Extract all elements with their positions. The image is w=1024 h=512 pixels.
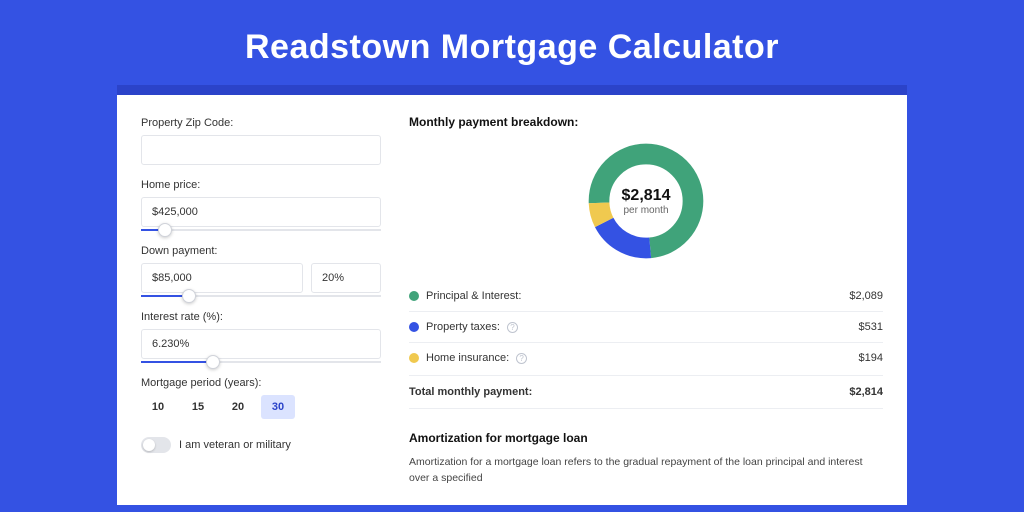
total-label: Total monthly payment:	[409, 386, 532, 398]
breakdown-item-value: $194	[859, 352, 883, 364]
breakdown-item-label: Property taxes:	[426, 321, 500, 333]
home-price-slider-thumb[interactable]	[158, 223, 172, 237]
breakdown-item-label: Principal & Interest:	[426, 290, 521, 302]
legend-dot-icon	[409, 291, 419, 301]
home-price-slider[interactable]	[141, 229, 381, 231]
period-options: 10152030	[141, 395, 381, 419]
calculator-card: Property Zip Code: Home price: Down paym…	[117, 85, 907, 505]
down-payment-input[interactable]	[141, 263, 303, 293]
total-value: $2,814	[849, 386, 883, 398]
down-payment-block: Down payment:	[141, 245, 381, 297]
down-payment-pct-input[interactable]	[311, 263, 381, 293]
breakdown-item: Principal & Interest: $2,089	[409, 281, 883, 312]
breakdown-title: Monthly payment breakdown:	[409, 115, 883, 129]
donut-center-value: $2,814	[622, 187, 671, 205]
amortization-text: Amortization for a mortgage loan refers …	[409, 455, 883, 487]
veteran-label: I am veteran or military	[179, 439, 291, 451]
donut-chart-wrap: $2,814 per month	[409, 139, 883, 263]
info-icon[interactable]: ?	[507, 322, 518, 333]
interest-input[interactable]	[141, 329, 381, 359]
down-payment-slider-thumb[interactable]	[182, 289, 196, 303]
period-option-30[interactable]: 30	[261, 395, 295, 419]
veteran-toggle[interactable]	[141, 437, 171, 453]
period-label: Mortgage period (years):	[141, 377, 381, 389]
inputs-column: Property Zip Code: Home price: Down paym…	[141, 115, 381, 505]
interest-slider-thumb[interactable]	[206, 355, 220, 369]
breakdown-item-value: $531	[859, 321, 883, 333]
breakdown-item-label: Home insurance:	[426, 352, 509, 364]
veteran-row: I am veteran or military	[141, 437, 381, 453]
breakdown-item-value: $2,089	[849, 290, 883, 302]
amortization-title: Amortization for mortgage loan	[409, 431, 883, 445]
interest-block: Interest rate (%):	[141, 311, 381, 363]
zip-block: Property Zip Code:	[141, 117, 381, 165]
donut-center-sub: per month	[623, 205, 668, 216]
zip-input[interactable]	[141, 135, 381, 165]
home-price-input[interactable]	[141, 197, 381, 227]
period-option-20[interactable]: 20	[221, 395, 255, 419]
breakdown-item: Property taxes:? $531	[409, 312, 883, 343]
interest-label: Interest rate (%):	[141, 311, 381, 323]
page-title: Readstown Mortgage Calculator	[0, 0, 1024, 85]
donut-center: $2,814 per month	[584, 139, 708, 263]
down-payment-slider[interactable]	[141, 295, 381, 297]
breakdown-list: Principal & Interest: $2,089 Property taxe…	[409, 281, 883, 373]
period-option-10[interactable]: 10	[141, 395, 175, 419]
period-block: Mortgage period (years): 10152030	[141, 377, 381, 419]
period-option-15[interactable]: 15	[181, 395, 215, 419]
home-price-block: Home price:	[141, 179, 381, 231]
home-price-label: Home price:	[141, 179, 381, 191]
legend-dot-icon	[409, 353, 419, 363]
breakdown-item: Home insurance:? $194	[409, 343, 883, 373]
total-row: Total monthly payment: $2,814	[409, 375, 883, 409]
breakdown-column: Monthly payment breakdown: $2,814 per mo…	[409, 115, 883, 505]
donut-chart: $2,814 per month	[584, 139, 708, 263]
zip-label: Property Zip Code:	[141, 117, 381, 129]
info-icon[interactable]: ?	[516, 353, 527, 364]
interest-slider[interactable]	[141, 361, 381, 363]
legend-dot-icon	[409, 322, 419, 332]
down-payment-label: Down payment:	[141, 245, 381, 257]
